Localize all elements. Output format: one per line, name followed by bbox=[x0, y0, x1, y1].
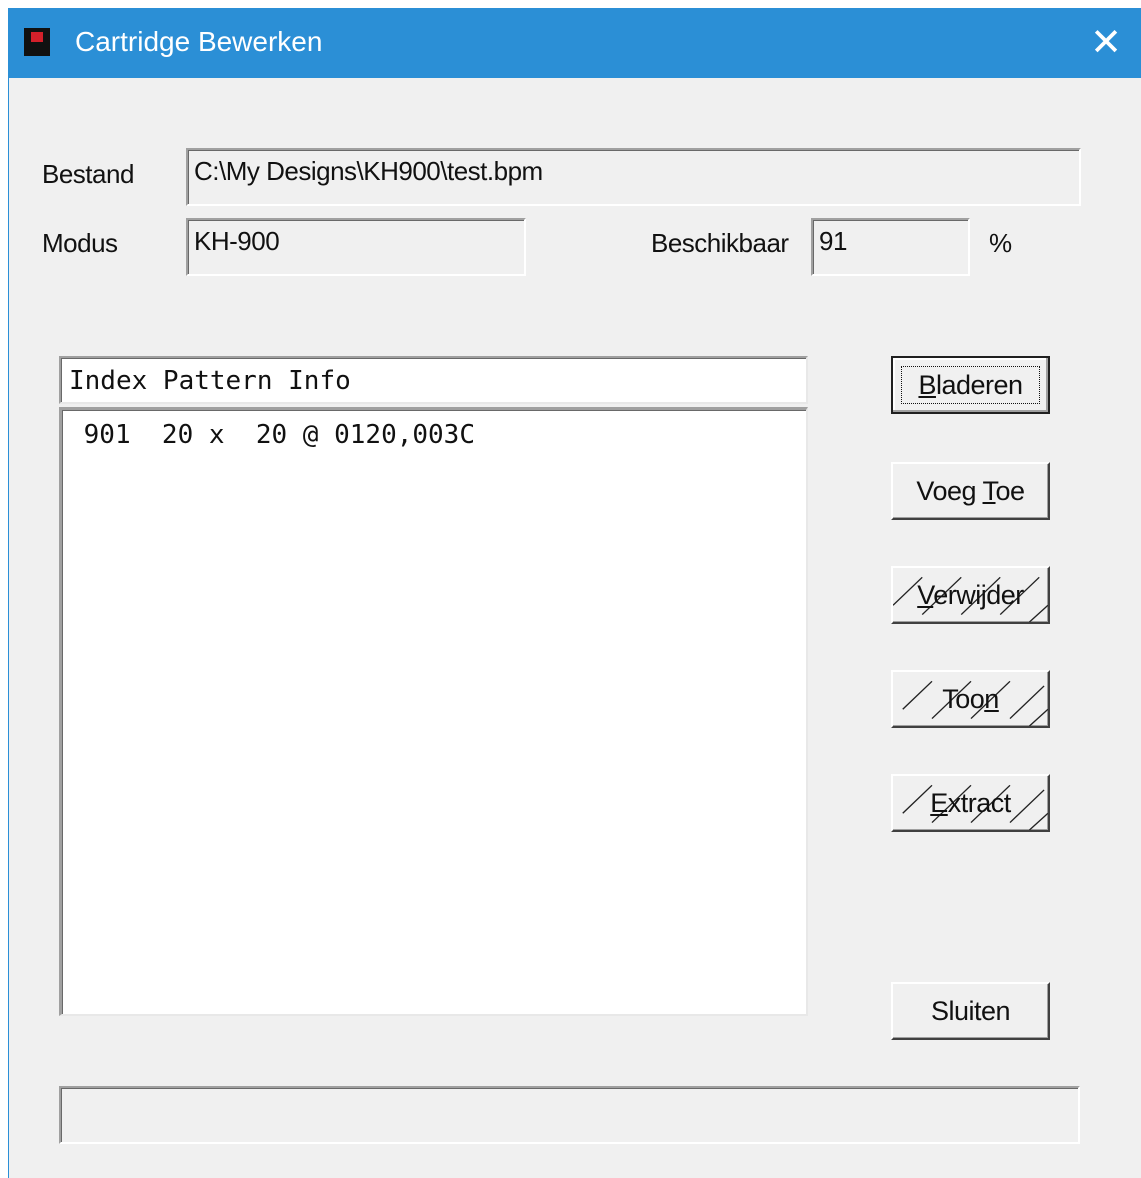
bladeren-button[interactable]: Bladeren bbox=[891, 356, 1050, 414]
status-bar bbox=[59, 1086, 1080, 1144]
app-icon bbox=[24, 28, 50, 56]
list-header: Index Pattern Info bbox=[59, 356, 808, 404]
beschikbaar-label: Beschikbaar bbox=[651, 228, 789, 258]
close-icon[interactable]: ✕ bbox=[1076, 14, 1136, 72]
extract-button[interactable]: Extract bbox=[891, 774, 1050, 832]
beschikbaar-field[interactable]: 91 bbox=[811, 218, 970, 276]
modus-field[interactable]: KH-900 bbox=[186, 218, 526, 276]
verwijder-button[interactable]: Verwijder bbox=[891, 566, 1050, 624]
bestand-label: Bestand bbox=[42, 159, 134, 189]
percent-label: % bbox=[989, 228, 1012, 258]
window-title: Cartridge Bewerken bbox=[75, 26, 323, 57]
dialog-window: Cartridge Bewerken ✕ Bestand C:\My Desig… bbox=[8, 8, 1141, 1178]
modus-label: Modus bbox=[42, 228, 118, 258]
bestand-field[interactable]: C:\My Designs\KH900\test.bpm bbox=[186, 148, 1081, 206]
sluiten-button[interactable]: Sluiten bbox=[891, 982, 1050, 1040]
voeg-toe-button[interactable]: Voeg Toe bbox=[891, 462, 1050, 520]
title-bar[interactable]: Cartridge Bewerken ✕ bbox=[9, 8, 1141, 78]
list-item[interactable]: 901 20 x 20 @ 0120,003C bbox=[68, 420, 806, 454]
pattern-listbox[interactable]: 901 20 x 20 @ 0120,003C bbox=[59, 407, 808, 1016]
toon-button[interactable]: Toon bbox=[891, 670, 1050, 728]
